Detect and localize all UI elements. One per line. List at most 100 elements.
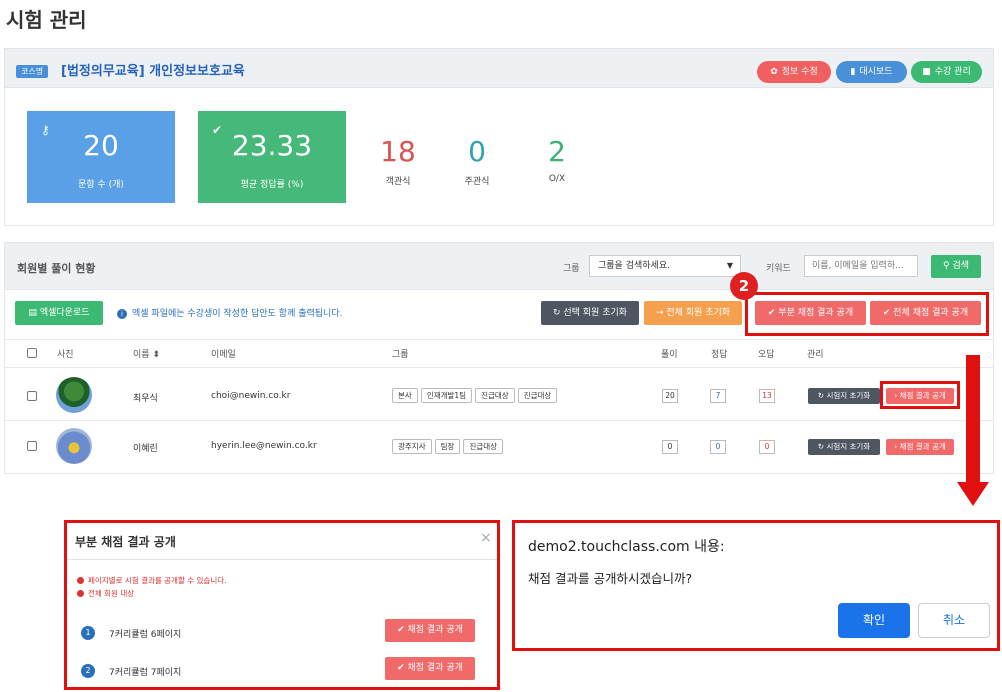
confirm-dialog: demo2.touchclass.com 내용: 채점 결과를 공개하시겠습니까… (512, 520, 1000, 651)
select-all-checkbox[interactable] (27, 348, 37, 358)
page-label: 7커리큘럼 7페이지 (109, 668, 182, 678)
reset-selected-label: 선택 회원 초기화 (563, 308, 628, 318)
enrollment-manage-button[interactable]: ■ 수강 관리 (911, 61, 982, 83)
column-group: 그룹 (392, 350, 409, 360)
column-name-label: 이름 (133, 350, 150, 360)
sort-icon: ⬍ (152, 350, 160, 360)
group-tag: 진급대상 (475, 388, 515, 403)
table-divider (5, 367, 993, 368)
group-select[interactable]: 그룹을 검색하세요. ▼ (589, 255, 741, 277)
wrong-count: 0 (759, 440, 775, 454)
ok-button[interactable]: 확인 (838, 603, 910, 638)
row-checkbox[interactable] (27, 391, 37, 401)
arrow-head-icon (957, 482, 989, 506)
search-icon: ⚲ (942, 261, 950, 271)
close-icon[interactable]: × (480, 530, 492, 546)
group-label: 그룹 (563, 264, 580, 274)
member-name: 최우식 (133, 394, 158, 404)
reset-exam-button[interactable]: ↻ 시험지 초기화 (808, 388, 880, 404)
highlight-row-publish (880, 381, 960, 409)
course-badge: 코스명 (16, 65, 49, 78)
edit-info-label: 정보 수정 (781, 67, 818, 77)
briefcase-icon: ■ (922, 67, 931, 77)
refresh-icon: ↻ (817, 442, 825, 451)
count-label: 주관식 (464, 177, 490, 187)
member-email: hyerin.lee@newin.co.kr (211, 441, 317, 451)
count-label: O/X (548, 174, 566, 184)
average-score-card: ✔ 23.33 평균 정답률 (%) (198, 111, 346, 203)
page-label: 7커리큘럼 6페이지 (109, 630, 182, 640)
table-divider (5, 420, 993, 421)
avatar (56, 377, 92, 413)
search-label: 검색 (952, 261, 970, 271)
row-checkbox[interactable] (27, 441, 37, 451)
chevron-right-icon: › (894, 442, 898, 451)
course-title: [법정의무교육] 개인정보보호교육 (61, 64, 245, 79)
member-email: choi@newin.co.kr (211, 391, 291, 401)
dialog-origin: demo2.touchclass.com 내용: (528, 539, 725, 555)
check-circle-icon: ✔ (397, 663, 405, 673)
modal-note: 페이지별로 시험 결과를 공개할 수 있습니다. (77, 575, 227, 586)
group-tag: 진급대상 (463, 439, 504, 454)
average-score-value: 23.33 (231, 129, 313, 162)
ox-count: 2 O/X (527, 135, 587, 184)
step-callout: 2 (730, 272, 758, 300)
check-circle-icon: ✔ (397, 625, 405, 635)
excel-download-label: 엑셀다운로드 (39, 308, 90, 318)
reset-selected-button[interactable]: ↻ 선택 회원 초기화 (541, 301, 639, 325)
refresh-icon: ↻ (817, 391, 825, 400)
column-correct: 정답 (711, 350, 728, 360)
column-wrong: 오답 (758, 350, 775, 360)
keyword-label: 키워드 (766, 264, 791, 274)
publish-result-label: 채점 결과 공개 (899, 442, 946, 451)
reset-exam-label: 시험지 초기화 (826, 442, 871, 451)
question-count-card: ⚷ 20 문항 수 (개) (27, 111, 175, 203)
enrollment-manage-label: 수강 관리 (934, 67, 971, 77)
correct-count: 0 (710, 440, 726, 454)
course-header: 코스명 [법정의무교육] 개인정보보호교육 ✿ 정보 수정 ▮ 대시보드 ■ 수강 관… (5, 49, 993, 88)
cancel-button[interactable]: 취소 (918, 603, 990, 638)
column-name[interactable]: 이름 ⬍ (133, 347, 160, 360)
reset-exam-label: 시험지 초기화 (826, 391, 871, 400)
alert-icon (77, 577, 84, 584)
bar-chart-icon: ▮ (850, 67, 856, 77)
members-panel: 회원별 풀이 현황 그룹 그룹을 검색하세요. ▼ 키워드 ⚲ 검색 ▤ 엑셀다… (4, 242, 994, 474)
count-value: 2 (548, 135, 566, 168)
publish-result-button[interactable]: › 채점 결과 공개 (886, 439, 954, 455)
modal-note: 전체 회원 대상 (77, 588, 134, 599)
column-email: 이메일 (211, 350, 236, 360)
dashboard-button[interactable]: ▮ 대시보드 (836, 61, 907, 83)
page-publish-button[interactable]: ✔ 채점 결과 공개 (385, 657, 475, 680)
reset-exam-button[interactable]: ↻ 시험지 초기화 (808, 439, 880, 455)
info-icon: i (117, 309, 127, 319)
modal-note-text: 전체 회원 대상 (88, 589, 135, 598)
group-tag: 광주지사 (392, 439, 432, 454)
column-solved: 풀이 (661, 350, 678, 360)
reset-all-button[interactable]: → 전체 회원 초기화 (644, 301, 742, 325)
page-publish-label: 채점 결과 공개 (407, 663, 463, 673)
members-header: 회원별 풀이 현황 그룹 그룹을 검색하세요. ▼ 키워드 ⚲ 검색 (5, 243, 993, 290)
group-tag: 팀장 (434, 439, 461, 454)
question-count-label: 문항 수 (개) (78, 180, 124, 190)
count-label: 객관식 (385, 177, 411, 187)
count-value: 18 (380, 135, 416, 168)
arrow-down-icon (966, 355, 980, 483)
dashboard-label: 대시보드 (859, 67, 893, 77)
page-publish-label: 채점 결과 공개 (407, 625, 463, 635)
table-divider (5, 339, 993, 340)
solved-count: 0 (662, 440, 678, 454)
gear-icon: ✿ (770, 67, 778, 77)
column-photo: 사진 (57, 350, 74, 360)
group-select-value: 그룹을 검색하세요. (598, 261, 670, 271)
reset-all-label: 전체 회원 초기화 (666, 308, 731, 318)
page-title: 시험 관리 (6, 8, 87, 32)
keyword-input[interactable] (804, 255, 918, 277)
alert-icon (77, 590, 84, 597)
edit-info-button[interactable]: ✿ 정보 수정 (757, 61, 831, 83)
excel-download-button[interactable]: ▤ 엑셀다운로드 (15, 301, 103, 325)
members-title: 회원별 풀이 현황 (17, 262, 96, 275)
page-publish-button[interactable]: ✔ 채점 결과 공개 (385, 619, 475, 642)
member-tags: 광주지사 팀장 진급대상 (392, 439, 506, 454)
search-button[interactable]: ⚲ 검색 (931, 255, 981, 278)
excel-note-text: 엑셀 파일에는 수강생이 작성한 답안도 함께 출력됩니다. (132, 309, 343, 319)
